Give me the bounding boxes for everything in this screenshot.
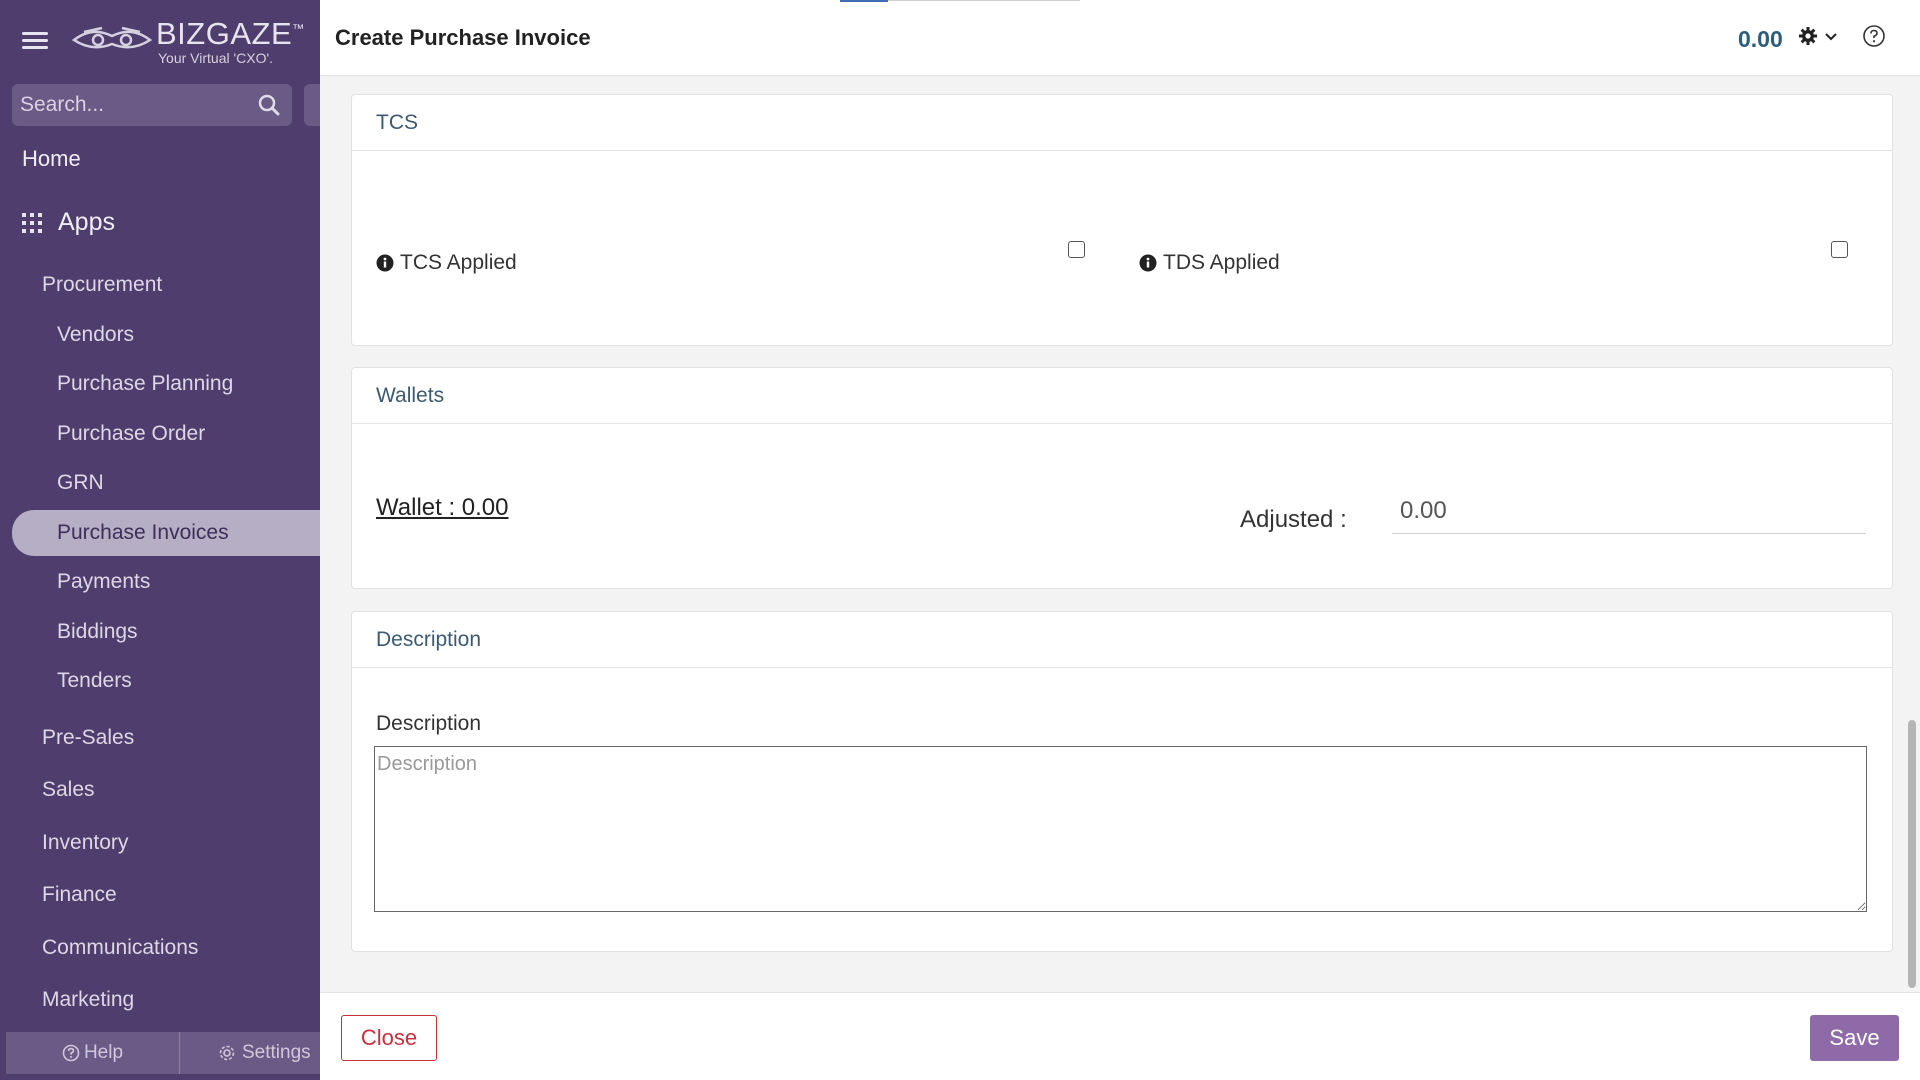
nav-pre-sales[interactable]: Pre-Sales xyxy=(42,726,134,750)
nav-biddings[interactable]: Biddings xyxy=(57,620,138,644)
tcs-card: TCS TCS Applied TDS Applied xyxy=(351,94,1893,346)
help-circle-icon[interactable] xyxy=(1862,24,1886,48)
help-button[interactable]: Help xyxy=(6,1032,180,1074)
info-icon[interactable] xyxy=(1139,254,1157,272)
search-input[interactable] xyxy=(12,84,252,126)
nav-grn[interactable]: GRN xyxy=(57,471,104,495)
nav-vendors[interactable]: Vendors xyxy=(57,323,134,347)
adjusted-input[interactable] xyxy=(1392,488,1866,534)
settings-dropdown[interactable] xyxy=(1798,26,1838,46)
nav-apps[interactable]: Apps xyxy=(22,208,115,237)
nav-purchase-planning[interactable]: Purchase Planning xyxy=(57,372,233,396)
description-textarea[interactable] xyxy=(374,746,1867,912)
wallet-link[interactable]: Wallet : 0.00 xyxy=(376,494,509,522)
gear-icon xyxy=(1799,27,1817,45)
sidebar-footer: Help Settings xyxy=(6,1032,320,1074)
description-card-title: Description xyxy=(352,612,1892,668)
logo-owl-icon xyxy=(72,26,152,49)
logo-text: BIZGAZE™ xyxy=(156,16,305,51)
save-button[interactable]: Save xyxy=(1810,1015,1899,1061)
sidebar: BIZGAZE™ Your Virtual 'CXO'. Home Apps P… xyxy=(0,0,324,1080)
nav-finance[interactable]: Finance xyxy=(42,883,117,907)
question-circle-icon xyxy=(62,1044,80,1062)
description-card: Description Description xyxy=(351,611,1893,952)
tds-applied-label: TDS Applied xyxy=(1163,251,1280,274)
nav-sales[interactable]: Sales xyxy=(42,778,95,802)
form-footer: Close Save xyxy=(320,992,1920,1080)
nav-home[interactable]: Home xyxy=(22,146,81,172)
page-header: Create Purchase Invoice 0.00 xyxy=(320,0,1920,76)
logo[interactable]: BIZGAZE™ Your Virtual 'CXO'. xyxy=(72,16,304,68)
settings-button[interactable]: Settings xyxy=(180,1032,320,1074)
tcs-card-title: TCS xyxy=(352,95,1892,151)
adjusted-label: Adjusted : xyxy=(1240,506,1347,533)
wallets-card-title: Wallets xyxy=(352,368,1892,424)
hamburger-icon[interactable] xyxy=(22,28,48,54)
settings-gear-icon xyxy=(219,1045,235,1061)
total-amount: 0.00 xyxy=(1738,26,1783,52)
apps-label: Apps xyxy=(58,208,115,236)
nav-payments[interactable]: Payments xyxy=(57,570,150,594)
tab-strip xyxy=(888,0,1080,1)
nav-tenders[interactable]: Tenders xyxy=(57,669,132,693)
close-button[interactable]: Close xyxy=(341,1015,437,1061)
description-field-label: Description xyxy=(376,712,482,735)
info-icon[interactable] xyxy=(376,254,394,272)
logo-tagline: Your Virtual 'CXO'. xyxy=(158,50,274,66)
scrollbar[interactable] xyxy=(1908,720,1916,988)
search-box xyxy=(12,84,292,126)
help-label: Help xyxy=(83,1042,124,1063)
chevron-down-icon xyxy=(1825,33,1837,41)
settings-label: Settings xyxy=(242,1042,311,1063)
nav-inventory[interactable]: Inventory xyxy=(42,831,128,855)
tds-applied-field: TDS Applied xyxy=(1139,251,1280,275)
search-icon[interactable] xyxy=(258,94,280,116)
tds-applied-checkbox[interactable] xyxy=(1831,241,1848,258)
tcs-applied-label: TCS Applied xyxy=(400,251,517,274)
tcs-applied-checkbox[interactable] xyxy=(1068,241,1085,258)
main-panel: Create Purchase Invoice 0.00 TCS TCS App… xyxy=(320,0,1920,1080)
nav-procurement[interactable]: Procurement xyxy=(42,273,162,297)
tab-indicator xyxy=(840,0,888,2)
nav-purchase-invoices[interactable]: Purchase Invoices xyxy=(57,521,229,545)
nav-marketing[interactable]: Marketing xyxy=(42,988,134,1012)
page-title: Create Purchase Invoice xyxy=(335,25,591,50)
apps-grid-icon xyxy=(22,212,42,233)
tcs-applied-field: TCS Applied xyxy=(376,251,517,275)
nav-purchase-order[interactable]: Purchase Order xyxy=(57,422,205,446)
nav-communications[interactable]: Communications xyxy=(42,936,198,960)
wallets-card: Wallets Wallet : 0.00 Adjusted : xyxy=(351,367,1893,589)
